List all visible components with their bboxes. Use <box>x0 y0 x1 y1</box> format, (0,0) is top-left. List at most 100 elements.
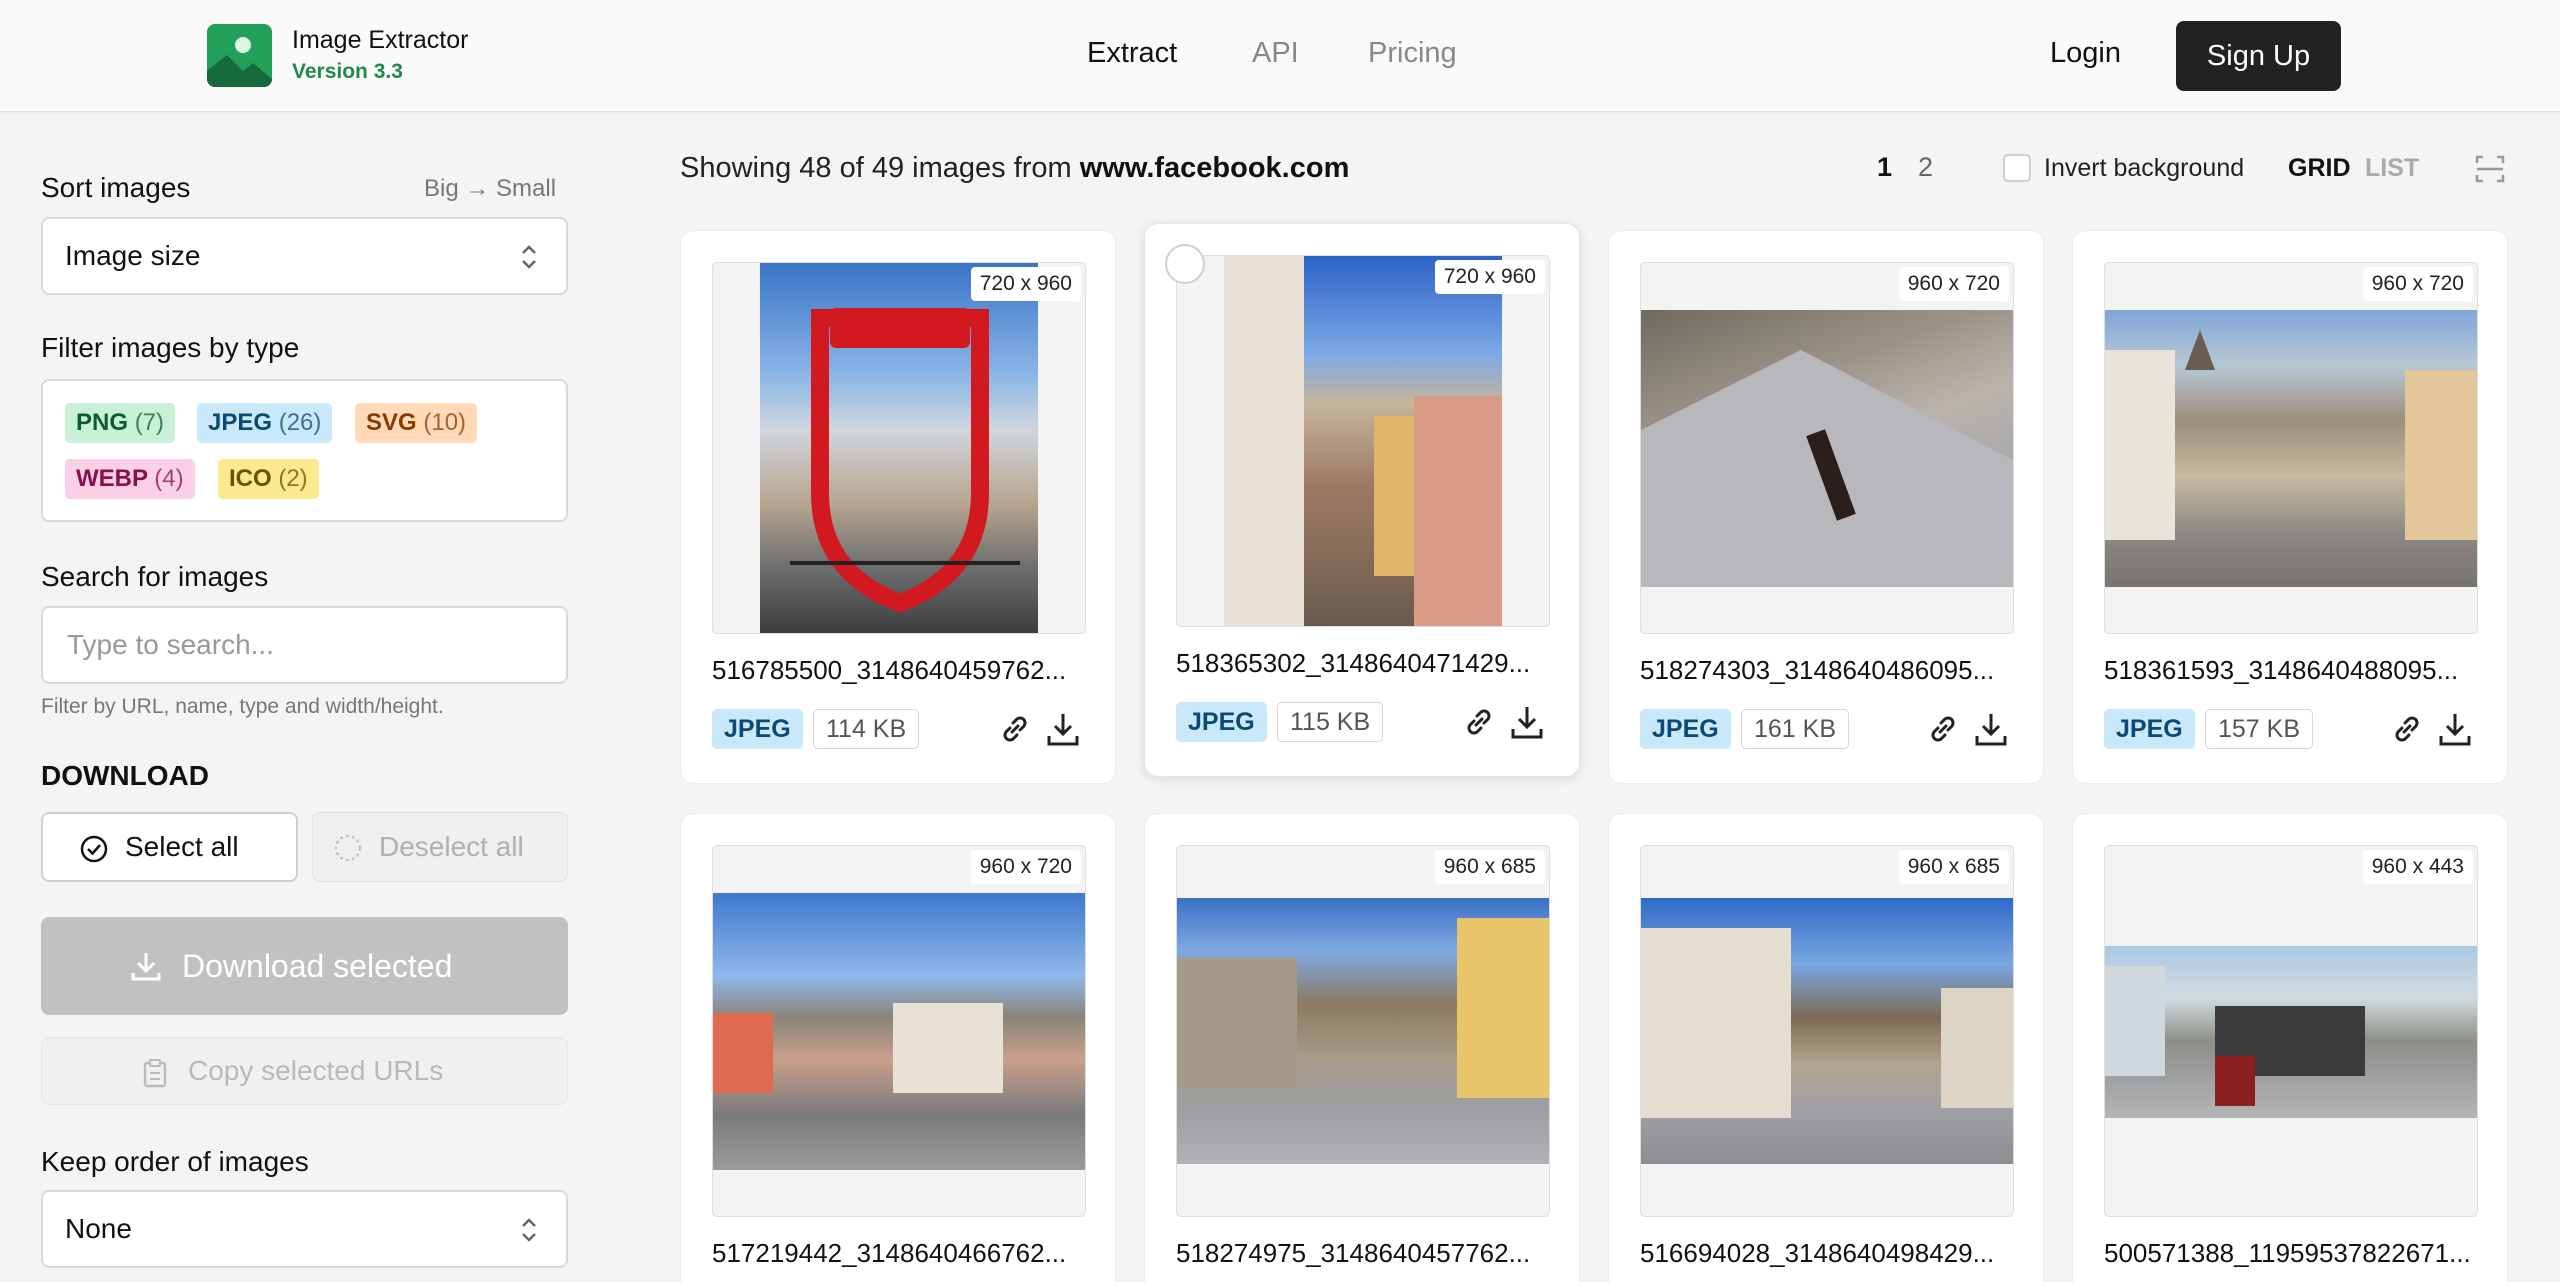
image-filename: 516785500_3148640459762... <box>712 655 1067 685</box>
image-card[interactable]: 720 x 960 516785500_3148640459762... JPE… <box>680 230 1116 784</box>
download-icon[interactable] <box>1509 703 1545 741</box>
photo-alley-street <box>1224 256 1502 626</box>
image-size-badge: 115 KB <box>1277 702 1384 742</box>
link-icon[interactable] <box>997 711 1033 747</box>
source-domain: www.facebook.com <box>1079 152 1350 184</box>
photo-grand-tour-frame <box>760 263 1038 633</box>
invert-background-label[interactable]: Invert background <box>2044 154 2244 183</box>
download-icon[interactable] <box>1045 710 1081 748</box>
image-dimensions: 720 x 960 <box>970 267 1081 301</box>
copy-urls-label: Copy selected URLs <box>188 1055 444 1086</box>
image-type-badge: JPEG <box>1176 702 1267 742</box>
image-type-badge: JPEG <box>712 709 803 749</box>
fit-layout-icon[interactable] <box>2475 155 2505 183</box>
app-version: Version 3.3 <box>292 60 403 83</box>
page-2-button[interactable]: 2 <box>1918 152 1933 183</box>
image-dimensions: 960 x 720 <box>2362 267 2473 301</box>
image-dimensions: 960 x 720 <box>970 850 1081 884</box>
image-thumbnail[interactable]: 960 x 443 <box>2104 845 2478 1217</box>
signup-button[interactable]: Sign Up <box>2176 21 2341 91</box>
image-thumbnail[interactable]: 960 x 720 <box>2104 262 2478 634</box>
image-size-badge: 161 KB <box>1741 709 1850 749</box>
image-size-badge: 157 KB <box>2205 709 2314 749</box>
image-dimensions: 720 x 960 <box>1434 260 1545 294</box>
sort-direction-toggle[interactable]: Big → Small <box>424 175 556 203</box>
search-input[interactable] <box>67 608 547 682</box>
download-selected-label: Download selected <box>182 948 453 984</box>
image-filename: 516694028_3148640498429... <box>1640 1238 1995 1268</box>
image-filename: 518365302_3148640471429... <box>1176 648 1531 678</box>
sort-select[interactable]: Image size <box>41 217 568 295</box>
image-thumbnail[interactable]: 960 x 720 <box>1640 262 2014 634</box>
image-dimensions: 960 x 443 <box>2362 850 2473 884</box>
dashed-circle-icon <box>334 834 362 862</box>
image-thumbnail[interactable]: 960 x 720 <box>712 845 1086 1217</box>
image-filename: 517219442_3148640466762... <box>712 1238 1067 1268</box>
link-icon[interactable] <box>2389 711 2425 747</box>
link-icon[interactable] <box>1925 711 1961 747</box>
image-filename: 500571388_11959537822671... <box>2104 1238 2471 1268</box>
image-filename: 518274303_3148640486095... <box>1640 655 1995 685</box>
filter-tag-svg[interactable]: SVG (10) <box>355 403 478 443</box>
sort-label: Sort images <box>41 172 191 203</box>
filter-tag-webp[interactable]: WEBP (4) <box>65 459 195 499</box>
order-select[interactable]: None <box>41 1190 568 1268</box>
image-thumbnail[interactable]: 720 x 960 <box>712 262 1086 634</box>
nav-extract[interactable]: Extract <box>1087 37 1177 70</box>
image-dimensions: 960 x 685 <box>1898 850 2009 884</box>
image-card[interactable]: 960 x 720 518361593_3148640488095... JPE… <box>2072 230 2508 784</box>
sort-select-value: Image size <box>65 240 201 271</box>
photo-street-bollards <box>713 893 1085 1170</box>
filter-tag-png[interactable]: PNG (7) <box>65 403 176 443</box>
nav-api[interactable]: API <box>1252 37 1299 70</box>
image-type-badge: JPEG <box>2104 709 2195 749</box>
download-selected-button[interactable]: Download selected <box>41 917 568 1015</box>
invert-background-checkbox[interactable] <box>2003 154 2031 182</box>
filter-tag-jpeg[interactable]: JPEG (26) <box>197 403 333 443</box>
chevron-up-down-icon <box>522 1218 536 1242</box>
image-filename: 518361593_3148640488095... <box>2104 655 2459 685</box>
copy-urls-button[interactable]: Copy selected URLs <box>41 1037 568 1105</box>
chevron-up-down-icon <box>522 245 536 269</box>
link-icon[interactable] <box>1461 704 1497 740</box>
download-section-title: DOWNLOAD <box>41 760 209 791</box>
deselect-all-button[interactable]: Deselect all <box>312 812 568 882</box>
image-card[interactable]: 720 x 960 518365302_3148640471429... JPE… <box>1144 223 1580 777</box>
type-filter-panel: PNG (7) JPEG (26) SVG (10) WEBP (4) ICO … <box>41 379 568 522</box>
image-dimensions: 960 x 720 <box>1898 267 2009 301</box>
search-help-text: Filter by URL, name, type and width/heig… <box>41 695 444 718</box>
photo-town-square <box>2105 310 2477 587</box>
view-list-toggle[interactable]: LIST <box>2365 154 2419 183</box>
top-bar: Image Extractor Version 3.3 Extract API … <box>0 0 2560 112</box>
image-thumbnail[interactable]: 960 x 685 <box>1640 845 2014 1217</box>
clipboard-icon <box>143 1059 167 1088</box>
download-icon[interactable] <box>1973 710 2009 748</box>
image-card[interactable]: 960 x 685 518274975_3148640457762... <box>1144 813 1580 1282</box>
photo-village-street <box>1641 898 2013 1164</box>
photo-church-road <box>1177 898 1549 1164</box>
nav-pricing[interactable]: Pricing <box>1368 37 1457 70</box>
view-grid-toggle[interactable]: GRID <box>2288 154 2351 183</box>
order-select-value: None <box>65 1213 132 1244</box>
image-filename: 518274975_3148640457762... <box>1176 1238 1531 1268</box>
image-card[interactable]: 960 x 720 518274303_3148640486095... JPE… <box>1608 230 2044 784</box>
image-thumbnail[interactable]: 960 x 685 <box>1176 845 1550 1217</box>
image-card[interactable]: 960 x 443 500571388_11959537822671... <box>2072 813 2508 1282</box>
image-card[interactable]: 960 x 685 516694028_3148640498429... <box>1608 813 2044 1282</box>
select-image-checkbox[interactable] <box>1165 244 1205 284</box>
search-label: Search for images <box>41 561 269 592</box>
results-summary: Showing 48 of 49 images from www.facebook… <box>680 152 1349 185</box>
filter-tag-ico[interactable]: ICO (2) <box>218 459 319 499</box>
login-link[interactable]: Login <box>2050 37 2121 70</box>
page-1-button[interactable]: 1 <box>1877 152 1892 183</box>
search-box <box>41 606 568 684</box>
image-extractor-logo-icon[interactable] <box>207 24 272 87</box>
image-card[interactable]: 960 x 720 517219442_3148640466762... <box>680 813 1116 1282</box>
select-all-label: Select all <box>125 831 239 862</box>
filter-label: Filter images by type <box>41 332 300 363</box>
photo-motorcycle-group <box>2105 946 2477 1118</box>
check-circle-icon <box>80 835 108 863</box>
select-all-button[interactable]: Select all <box>41 812 298 882</box>
download-icon[interactable] <box>2437 710 2473 748</box>
image-thumbnail[interactable]: 720 x 960 <box>1176 255 1550 627</box>
